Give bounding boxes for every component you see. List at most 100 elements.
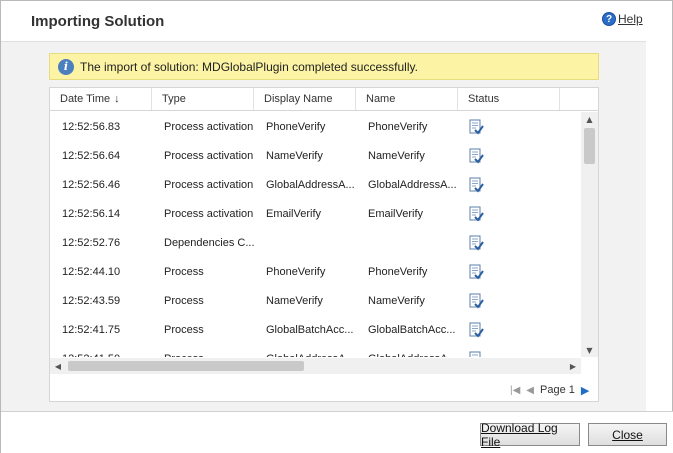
pager: |◀ ◀ Page 1 ▶ <box>510 382 589 398</box>
cell-name: GlobalAddressA... <box>356 344 458 358</box>
cell-type: Process activation <box>164 149 254 162</box>
cell-name: PhoneVerify <box>368 120 428 133</box>
cell-status <box>458 228 518 257</box>
cell-display-name: GlobalBatchAcc... <box>266 323 354 336</box>
cell-name: EmailVerify <box>368 207 424 220</box>
previous-page-icon[interactable]: ◀ <box>526 385 534 396</box>
table-row[interactable]: 12:52:43.59 Process NameVerify NameVerif… <box>50 286 582 315</box>
success-icon <box>468 351 484 357</box>
help-icon[interactable]: ? <box>602 12 616 26</box>
download-log-file-button[interactable]: Download Log File <box>480 421 580 449</box>
help-link[interactable]: ? Help <box>602 12 643 26</box>
success-icon <box>468 293 484 309</box>
cell-date-time: 12:52:56.14 <box>62 207 121 220</box>
table-row[interactable]: 12:52:52.76 Dependencies C... <box>50 228 582 257</box>
info-icon: i <box>58 58 74 75</box>
cell-name: PhoneVerify <box>368 265 428 278</box>
cell-display-name <box>254 228 356 257</box>
cell-date-time: 12:52:44.10 <box>62 265 121 278</box>
cell-status <box>458 286 518 315</box>
cell-date-time: 12:52:43.59 <box>62 294 121 307</box>
cell-date-time: 12:52:56.83 <box>62 120 121 133</box>
table-row[interactable]: 12:52:56.46 Process activation GlobalAdd… <box>50 170 582 199</box>
cell-date-time: 12:52:56.64 <box>62 149 121 162</box>
table-row[interactable]: 12:52:41.75 Process GlobalBatchAcc... Gl… <box>50 315 582 344</box>
dialog-title: Importing Solution <box>31 13 165 30</box>
cell-type: Process <box>164 294 204 307</box>
table-row[interactable]: 12:52:56.64 Process activation NameVerif… <box>50 141 582 170</box>
cell-name: NameVerify <box>368 294 425 307</box>
column-header-label: Date Time <box>60 93 111 105</box>
cell-date-time: 12:52:56.46 <box>62 178 121 191</box>
success-icon <box>468 119 484 135</box>
import-log-grid: Date Time ↓ Type Display Name Name Statu… <box>49 87 599 402</box>
cell-display-name: GlobalAddressA... <box>266 178 355 191</box>
grid-header: Date Time ↓ Type Display Name Name Statu… <box>50 88 598 111</box>
cell-type: Process <box>164 323 204 336</box>
page-label: Page 1 <box>540 384 575 396</box>
help-label[interactable]: Help <box>618 12 643 26</box>
cell-status <box>458 170 518 199</box>
cell-status <box>458 199 518 228</box>
cell-name <box>356 228 458 257</box>
success-icon <box>468 235 484 251</box>
cell-display-name: PhoneVerify <box>266 265 326 278</box>
scroll-down-arrow-icon[interactable]: ▼ <box>581 343 598 357</box>
column-header-name[interactable]: Name <box>356 88 458 110</box>
dialog-footer: Download Log File Close <box>1 411 673 453</box>
cell-date-time: 12:52:41.75 <box>62 323 121 336</box>
cell-status <box>458 112 518 141</box>
scroll-right-arrow-icon[interactable]: ▶ <box>565 358 581 374</box>
cell-type: Dependencies C... <box>164 236 254 249</box>
column-header-status[interactable]: Status <box>458 88 560 110</box>
cell-status <box>458 344 518 357</box>
column-header-display-name[interactable]: Display Name <box>254 88 356 110</box>
grid-rows: 12:52:56.83 Process activation PhoneVeri… <box>50 112 582 357</box>
vertical-scroll-thumb[interactable] <box>584 128 595 164</box>
cell-type: Process activation <box>164 207 254 220</box>
column-header-date-time[interactable]: Date Time ↓ <box>50 88 152 110</box>
cell-display-name: NameVerify <box>266 149 323 162</box>
cell-display-name: PhoneVerify <box>266 120 326 133</box>
close-button[interactable]: Close <box>588 423 667 446</box>
notification-text: The import of solution: MDGlobalPlugin c… <box>80 59 418 74</box>
horizontal-scrollbar[interactable]: ◀ ▶ <box>50 358 581 374</box>
table-row[interactable]: 12:52:41.50 Process GlobalAddressA... Gl… <box>50 344 582 357</box>
cell-date-time: 12:52:41.50 <box>50 344 152 358</box>
vertical-scrollbar[interactable]: ▲ ▼ <box>581 112 598 357</box>
column-header-label: Type <box>162 93 186 105</box>
table-row[interactable]: 12:52:56.83 Process activation PhoneVeri… <box>50 112 582 141</box>
scroll-left-arrow-icon[interactable]: ◀ <box>50 358 66 374</box>
column-header-label: Display Name <box>264 93 333 105</box>
column-header-type[interactable]: Type <box>152 88 254 110</box>
column-header-label: Status <box>468 93 500 105</box>
cell-date-time: 12:52:52.76 <box>62 236 121 249</box>
cell-display-name: EmailVerify <box>266 207 322 220</box>
success-icon <box>468 322 484 338</box>
column-header-label: Name <box>366 93 396 105</box>
success-icon <box>468 206 484 222</box>
success-icon <box>468 177 484 193</box>
cell-name: GlobalBatchAcc... <box>368 323 456 336</box>
cell-status <box>458 257 518 286</box>
success-notification: i The import of solution: MDGlobalPlugin… <box>49 53 599 80</box>
sort-descending-icon: ↓ <box>114 93 120 105</box>
cell-type: Process <box>152 344 254 358</box>
next-page-icon[interactable]: ▶ <box>581 384 589 397</box>
success-icon <box>468 148 484 164</box>
cell-type: Process activation <box>164 120 254 133</box>
cell-type: Process activation <box>164 178 254 191</box>
table-row[interactable]: 12:52:44.10 Process PhoneVerify PhoneVer… <box>50 257 582 286</box>
cell-display-name: GlobalAddressA... <box>254 344 356 358</box>
cell-name: NameVerify <box>368 149 425 162</box>
cell-display-name: NameVerify <box>266 294 323 307</box>
import-dialog: Importing Solution ? Help i The import o… <box>0 0 673 453</box>
cell-name: GlobalAddressA... <box>368 178 457 191</box>
cell-type: Process <box>164 265 204 278</box>
scroll-up-arrow-icon[interactable]: ▲ <box>581 112 598 126</box>
table-row[interactable]: 12:52:56.14 Process activation EmailVeri… <box>50 199 582 228</box>
cell-status <box>458 141 518 170</box>
cell-status <box>458 315 518 344</box>
horizontal-scroll-thumb[interactable] <box>68 361 304 371</box>
first-page-icon[interactable]: |◀ <box>510 385 520 396</box>
